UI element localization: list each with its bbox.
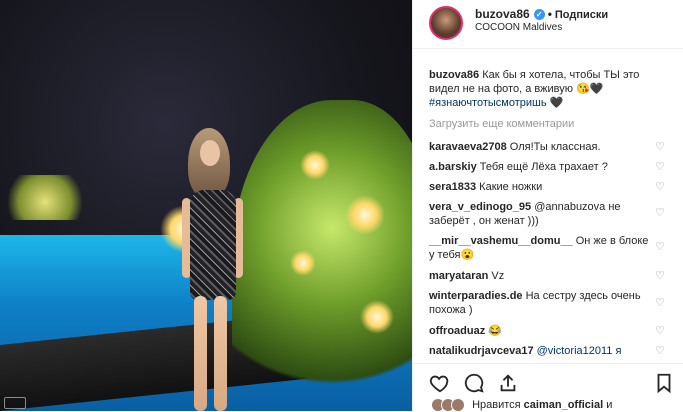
comment-item: sera1833 Какие ножки bbox=[429, 180, 649, 194]
post-header: buzova86 ✓ • Подписки COCOON Maldives bbox=[413, 0, 683, 49]
comment-icon[interactable] bbox=[463, 372, 485, 394]
heart-icon[interactable]: ♡ bbox=[655, 298, 665, 309]
post-sidebar: buzova86 ✓ • Подписки COCOON Maldives buzov… bbox=[412, 0, 683, 412]
comment-username[interactable]: maryataran bbox=[429, 270, 488, 282]
comment-item: maryataran Vz bbox=[429, 269, 649, 283]
caption-emoji: 🖤 bbox=[549, 97, 564, 109]
likes-line: Нравится caiman_official и bbox=[431, 398, 612, 412]
avatar[interactable] bbox=[451, 398, 465, 412]
heart-icon[interactable]: ♡ bbox=[655, 162, 665, 173]
comment-username[interactable]: __mir__vashemu__domu__ bbox=[429, 235, 573, 247]
comment-text: 😂 bbox=[488, 325, 502, 337]
comment-username[interactable]: vera_v_edinogo_95 bbox=[429, 201, 531, 213]
bookmark-icon[interactable] bbox=[653, 372, 675, 394]
caption: buzova86 Как бы я хотела, чтобы ТЫ это в… bbox=[429, 68, 657, 110]
share-icon[interactable] bbox=[497, 372, 519, 394]
load-more-comments[interactable]: Загрузить еще комментарии bbox=[429, 118, 574, 130]
comment-item: offroaduaz 😂 bbox=[429, 324, 649, 338]
comment-text: @victoria12011 я bbox=[536, 345, 622, 357]
tree-light bbox=[300, 150, 330, 180]
follow-button[interactable]: Подписки bbox=[555, 9, 608, 21]
tree-light bbox=[290, 250, 316, 276]
comment-username[interactable]: natalikudrjavceva17 bbox=[429, 345, 534, 357]
lit-bush bbox=[0, 175, 90, 220]
liker-username[interactable]: caiman_official bbox=[524, 399, 603, 411]
heart-icon[interactable]: ♡ bbox=[655, 271, 665, 282]
comment-text: Оля!Ты классная. bbox=[509, 141, 601, 153]
caption-username[interactable]: buzova86 bbox=[429, 69, 479, 81]
tree-light bbox=[345, 195, 385, 235]
heart-icon[interactable]: ♡ bbox=[655, 142, 665, 153]
comment-item: a.barskiy Тебя ещё Лёха трахает ? bbox=[429, 160, 649, 174]
comment-username[interactable]: offroaduaz bbox=[429, 325, 485, 337]
comment-text: Тебя ещё Лёха трахает ? bbox=[479, 161, 608, 173]
comment-username[interactable]: winterparadies.de bbox=[429, 290, 523, 302]
action-bar bbox=[413, 366, 683, 396]
comment-username[interactable]: sera1833 bbox=[429, 181, 476, 193]
comment-username[interactable]: a.barskiy bbox=[429, 161, 477, 173]
tree-light bbox=[360, 300, 394, 334]
avatar[interactable] bbox=[429, 6, 463, 40]
watermark-icon bbox=[4, 397, 26, 409]
comment-username[interactable]: karavaeva2708 bbox=[429, 141, 507, 153]
lit-tree bbox=[232, 100, 412, 411]
hashtag-link[interactable]: #язнаючтотысмотришь bbox=[429, 97, 547, 109]
post-photo[interactable] bbox=[0, 0, 412, 411]
heart-icon[interactable]: ♡ bbox=[655, 208, 665, 219]
likes-prefix: Нравится bbox=[472, 398, 521, 411]
comment-item: vera_v_edinogo_95 @annabuzova не заберёт… bbox=[429, 200, 649, 228]
person-figure bbox=[178, 128, 250, 411]
divider bbox=[413, 363, 683, 364]
username-line: buzova86 ✓ • Подписки bbox=[475, 7, 608, 21]
comment-item: karavaeva2708 Оля!Ты классная. bbox=[429, 140, 649, 154]
heart-icon[interactable]: ♡ bbox=[655, 242, 665, 253]
location-link[interactable]: COCOON Maldives bbox=[475, 22, 562, 33]
likes-suffix: и bbox=[606, 398, 613, 411]
heart-icon[interactable]: ♡ bbox=[655, 182, 665, 193]
comment-item: winterparadies.de На сестру здесь очень … bbox=[429, 289, 649, 317]
comments-list[interactable]: buzova86 Как бы я хотела, чтобы ТЫ это в… bbox=[413, 60, 683, 365]
comment-text: Vz bbox=[491, 270, 505, 282]
comment-item: __mir__vashemu__domu__ Он же в блоке у т… bbox=[429, 234, 649, 262]
comment-text: Какие ножки bbox=[479, 181, 543, 193]
heart-icon[interactable]: ♡ bbox=[655, 326, 665, 337]
heart-icon[interactable] bbox=[429, 372, 451, 394]
heart-icon[interactable]: ♡ bbox=[655, 346, 665, 357]
comment-item: natalikudrjavceva17 @victoria12011 я bbox=[429, 344, 649, 358]
username-link[interactable]: buzova86 bbox=[475, 7, 530, 21]
verified-badge-icon: ✓ bbox=[533, 9, 545, 21]
separator: • bbox=[547, 7, 552, 21]
